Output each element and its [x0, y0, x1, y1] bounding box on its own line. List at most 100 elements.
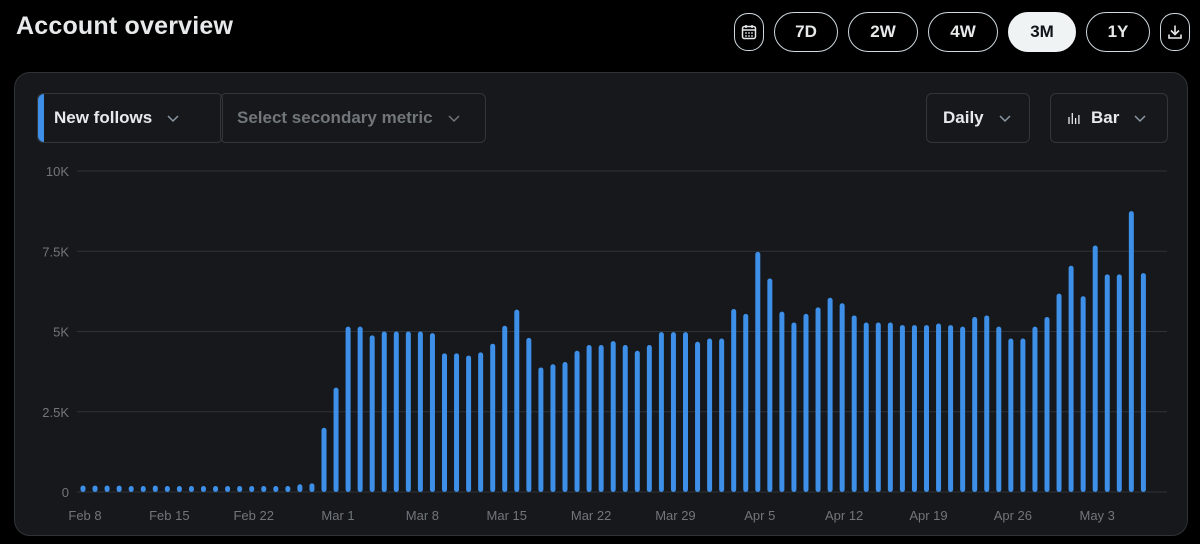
bar[interactable] [598, 344, 604, 492]
bar[interactable] [562, 361, 568, 492]
range-1y-button[interactable]: 1Y [1086, 12, 1150, 52]
bar[interactable] [345, 326, 351, 492]
bar[interactable] [670, 332, 676, 492]
bar[interactable] [249, 486, 255, 492]
bar[interactable] [719, 338, 725, 492]
bar[interactable] [213, 486, 219, 492]
bar[interactable] [803, 313, 809, 492]
bar[interactable] [960, 326, 966, 492]
bar[interactable] [478, 352, 484, 492]
bar[interactable] [152, 485, 158, 492]
bar[interactable] [297, 484, 303, 492]
bar[interactable] [1140, 273, 1146, 492]
bar[interactable] [1080, 296, 1086, 492]
bar[interactable] [442, 353, 447, 492]
bar[interactable] [188, 486, 194, 492]
bar[interactable] [526, 337, 532, 492]
bar[interactable] [1032, 326, 1038, 492]
bar[interactable] [634, 350, 640, 492]
bar[interactable] [1068, 265, 1074, 492]
range-3m-button[interactable]: 3M [1008, 12, 1076, 52]
bar[interactable] [1020, 338, 1026, 492]
bar[interactable] [454, 353, 460, 492]
page-title: Account overview [16, 12, 234, 40]
bar[interactable] [538, 367, 544, 492]
bar[interactable] [128, 486, 134, 492]
bar[interactable] [417, 331, 423, 493]
bar[interactable] [622, 344, 628, 492]
bar[interactable] [658, 332, 664, 492]
bar[interactable] [683, 332, 688, 492]
bar[interactable] [574, 350, 580, 492]
bar[interactable] [405, 331, 411, 493]
bar[interactable] [550, 364, 556, 492]
bar[interactable] [586, 344, 592, 492]
bar[interactable] [695, 341, 701, 492]
range-4w-button[interactable]: 4W [928, 12, 998, 52]
bar[interactable] [815, 307, 821, 492]
bar[interactable] [948, 325, 954, 492]
x-tick-label: Mar 8 [406, 508, 439, 523]
bar[interactable] [911, 325, 917, 492]
bar[interactable] [1008, 338, 1014, 492]
bar[interactable] [743, 313, 749, 492]
bar[interactable] [466, 355, 472, 492]
bar[interactable] [164, 486, 170, 492]
bar[interactable] [261, 486, 267, 492]
bar[interactable] [1104, 274, 1110, 492]
bar[interactable] [514, 309, 520, 492]
bar[interactable] [1092, 245, 1098, 492]
bar[interactable] [731, 309, 737, 492]
bar[interactable] [707, 338, 713, 492]
bar[interactable] [646, 344, 652, 492]
bar[interactable] [827, 297, 833, 492]
range-7d-button[interactable]: 7D [774, 12, 838, 52]
bar[interactable] [899, 325, 905, 492]
bar[interactable] [1056, 293, 1062, 492]
bar[interactable] [381, 331, 387, 493]
bar[interactable] [429, 333, 435, 492]
bar[interactable] [502, 325, 508, 492]
bar[interactable] [972, 317, 978, 492]
bar[interactable] [767, 278, 773, 492]
download-button[interactable] [1160, 13, 1190, 51]
range-2w-button[interactable]: 2W [848, 12, 918, 52]
bar[interactable] [791, 322, 797, 492]
bar[interactable] [1044, 317, 1050, 492]
bar[interactable] [875, 322, 881, 492]
bar[interactable] [924, 325, 929, 492]
bar[interactable] [996, 326, 1002, 492]
bar[interactable] [321, 427, 327, 492]
bar[interactable] [984, 315, 990, 492]
bar[interactable] [887, 322, 893, 492]
bar[interactable] [80, 485, 86, 492]
bar[interactable] [237, 486, 243, 492]
bar[interactable] [333, 387, 339, 492]
bar[interactable] [140, 486, 146, 492]
bar[interactable] [104, 485, 110, 492]
bar[interactable] [369, 335, 375, 492]
bar[interactable] [309, 483, 315, 492]
bar[interactable] [92, 485, 98, 492]
calendar-button[interactable] [734, 13, 764, 51]
bar[interactable] [285, 486, 291, 492]
bar[interactable] [393, 331, 399, 493]
bar[interactable] [1128, 211, 1134, 492]
bar[interactable] [490, 343, 496, 492]
download-icon [1168, 25, 1182, 39]
bar[interactable] [610, 341, 616, 492]
bar[interactable] [1116, 274, 1122, 492]
bar[interactable] [176, 486, 182, 492]
bar[interactable] [863, 322, 869, 492]
bar[interactable] [839, 303, 845, 492]
bar[interactable] [851, 315, 857, 492]
bar[interactable] [936, 323, 942, 492]
bar[interactable] [779, 311, 785, 492]
bar[interactable] [755, 251, 761, 492]
bar[interactable] [225, 486, 231, 492]
bar[interactable] [273, 486, 279, 492]
bar[interactable] [357, 326, 363, 492]
chart-panel: New follows Select secondary metric Dail… [14, 72, 1188, 536]
bar[interactable] [201, 486, 206, 492]
bar[interactable] [116, 485, 122, 492]
